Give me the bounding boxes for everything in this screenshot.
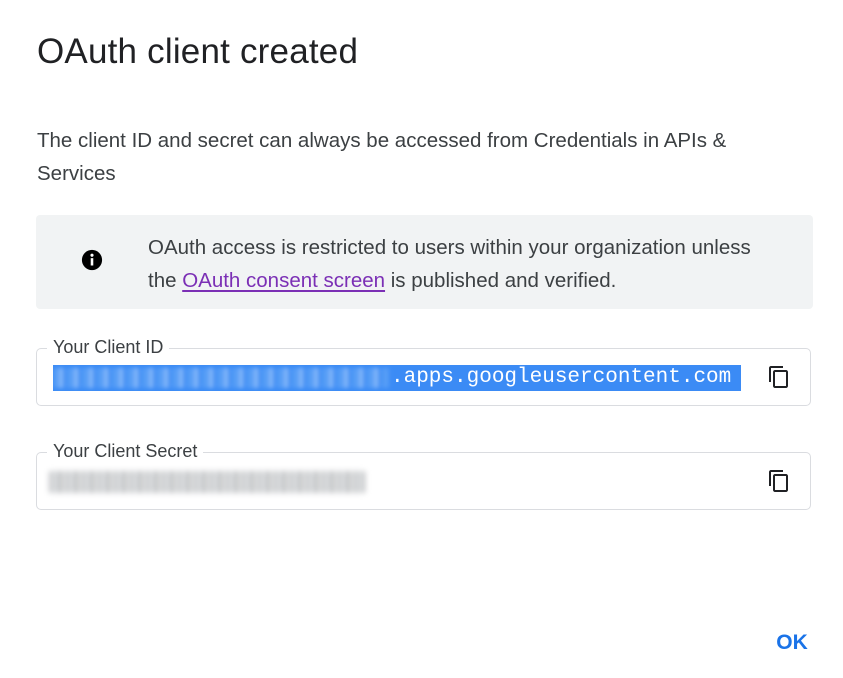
oauth-client-created-dialog: OAuth client created The client ID and s…: [0, 0, 843, 678]
client-id-label: Your Client ID: [47, 335, 170, 359]
client-id-visible-text: .apps.googleusercontent.com: [391, 366, 732, 389]
info-text: OAuth access is restricted to users with…: [148, 231, 768, 297]
copy-icon[interactable]: [767, 469, 791, 493]
info-text-after: is published and verified.: [385, 269, 617, 292]
copy-icon[interactable]: [767, 365, 791, 389]
client-id-redacted: [53, 368, 389, 388]
client-secret-label: Your Client Secret: [47, 439, 204, 463]
dialog-description: The client ID and secret can always be a…: [37, 129, 727, 185]
info-icon: [81, 249, 103, 271]
client-secret-field[interactable]: Your Client Secret: [36, 439, 811, 510]
info-banner: OAuth access is restricted to users with…: [36, 215, 813, 309]
client-id-field[interactable]: Your Client ID .apps.googleusercontent.c…: [36, 335, 811, 406]
oauth-consent-screen-link[interactable]: OAuth consent screen: [182, 269, 385, 292]
client-secret-redacted: [49, 471, 365, 493]
dialog-title: OAuth client created: [37, 32, 359, 71]
ok-button[interactable]: OK: [768, 627, 816, 659]
client-id-value[interactable]: .apps.googleusercontent.com: [53, 365, 741, 391]
